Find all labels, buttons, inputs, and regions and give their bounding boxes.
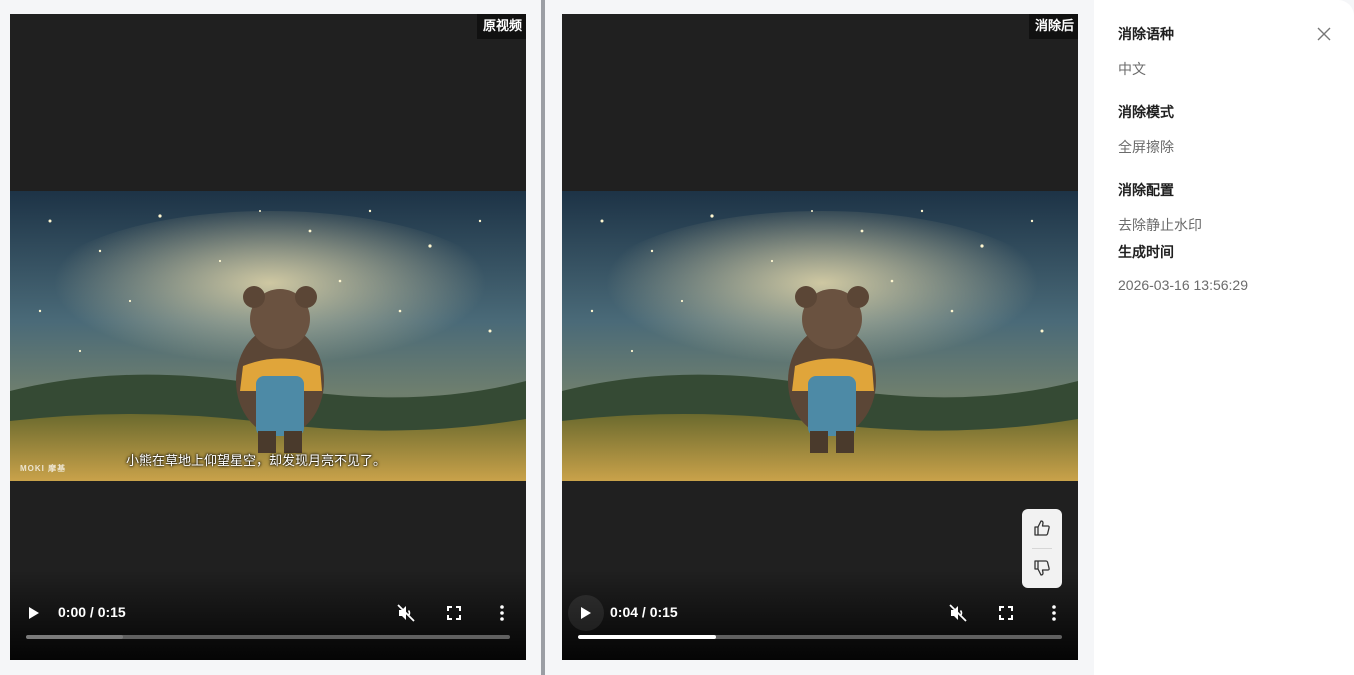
language-title: 消除语种 [1118, 26, 1174, 42]
progress-fill [578, 635, 716, 639]
play-button[interactable] [568, 595, 604, 631]
bear-scene-image [10, 191, 526, 481]
time-display: 0:00 / 0:15 [58, 604, 126, 620]
feedback-divider [1032, 548, 1052, 549]
volume-muted-icon [397, 604, 415, 622]
watermark-logo: MOKI 摩基 [20, 464, 67, 473]
play-icon [581, 607, 591, 619]
play-button[interactable] [18, 598, 50, 628]
play-icon [29, 607, 39, 619]
bear-scene-image [562, 191, 1078, 481]
mute-button[interactable] [943, 598, 973, 628]
time-display: 0:04 / 0:15 [610, 604, 678, 620]
progress-bar[interactable] [26, 635, 510, 639]
more-vertical-icon [500, 605, 504, 621]
fullscreen-icon [999, 606, 1013, 620]
generated-time-title: 生成时间 [1118, 244, 1174, 260]
fullscreen-icon [447, 606, 461, 620]
like-button[interactable] [1030, 516, 1054, 540]
video-subtitle: 小熊在草地上仰望星空，却发现月亮不见了。 [126, 453, 387, 468]
language-value: 中文 [1118, 61, 1146, 77]
config-value: 去除静止水印 [1118, 217, 1202, 233]
fullscreen-button[interactable] [439, 598, 469, 628]
progress-bar[interactable] [578, 635, 1062, 639]
video-controls: 0:00 / 0:15 [10, 598, 526, 628]
thumbs-up-icon [1034, 520, 1050, 536]
more-options-button[interactable] [487, 598, 517, 628]
close-icon [1317, 27, 1331, 41]
close-button[interactable] [1314, 24, 1334, 44]
dislike-button[interactable] [1030, 556, 1054, 580]
original-video-player[interactable]: 原视频 小熊在草地上仰望星空，却发现月亮不见了。 MOKI 摩基 0:00 / … [10, 14, 526, 660]
feedback-box [1022, 509, 1062, 588]
config-title: 消除配置 [1118, 182, 1174, 198]
generated-time-value: 2026-03-16 13:56:29 [1118, 277, 1248, 293]
compare-divider[interactable] [541, 0, 545, 675]
mode-title: 消除模式 [1118, 104, 1174, 120]
processed-video-player[interactable]: 消除后 0:04 / 0:15 [562, 14, 1078, 660]
progress-fill [26, 635, 123, 639]
thumbs-down-icon [1034, 560, 1050, 576]
details-panel: 消除语种 中文 消除模式 全屏擦除 消除配置 去除静止水印 生成时间 2026-… [1094, 0, 1354, 675]
video-frame: 小熊在草地上仰望星空，却发现月亮不见了。 MOKI 摩基 [10, 191, 526, 481]
fullscreen-button[interactable] [991, 598, 1021, 628]
mode-value: 全屏擦除 [1118, 139, 1174, 155]
mute-button[interactable] [391, 598, 421, 628]
more-options-button[interactable] [1039, 598, 1069, 628]
original-video-label: 原视频 [476, 14, 526, 39]
video-controls: 0:04 / 0:15 [562, 595, 1078, 631]
video-frame [562, 191, 1078, 481]
volume-muted-icon [949, 604, 967, 622]
processed-video-label: 消除后 [1028, 14, 1078, 39]
more-vertical-icon [1052, 605, 1056, 621]
